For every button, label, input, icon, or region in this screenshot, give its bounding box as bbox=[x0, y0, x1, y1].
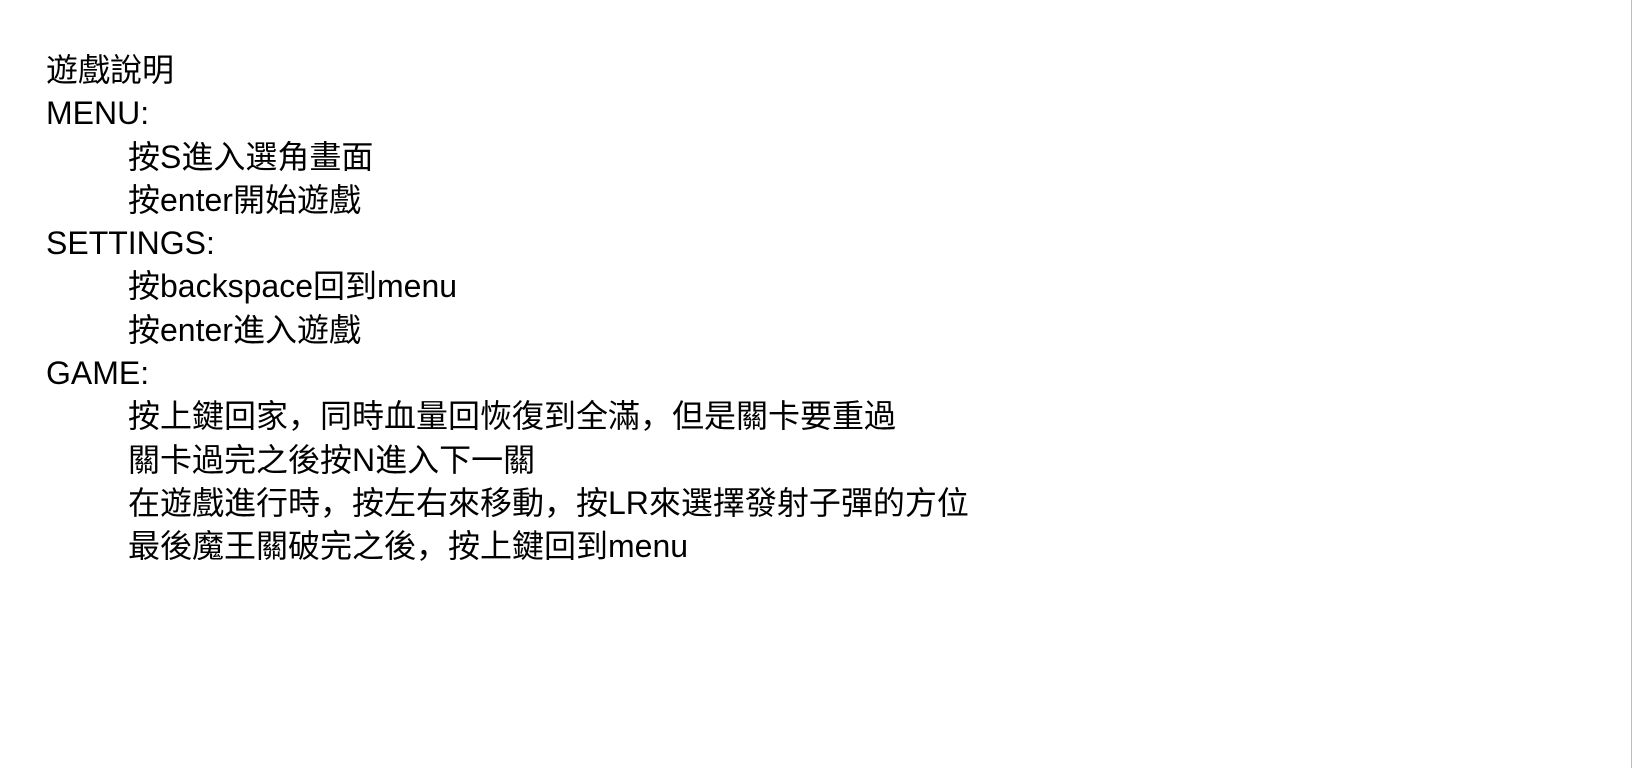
game-instruction: 最後魔王關破完之後，按上鍵回到menu bbox=[128, 528, 689, 565]
settings-instruction: 按backspace回到menu bbox=[128, 268, 458, 305]
document-title: 遊戲說明 bbox=[46, 52, 175, 88]
section-heading-menu: MENU: bbox=[46, 95, 150, 132]
game-instruction: 按上鍵回家，同時血量回恢復到全滿，但是關卡要重過 bbox=[128, 398, 897, 435]
section-heading-game: GAME: bbox=[46, 355, 150, 392]
instructions-document: 遊戲說明 MENU: 按S進入選角畫面 按enter開始遊戲 SETTINGS:… bbox=[46, 49, 969, 569]
menu-instruction: 按S進入選角畫面 bbox=[128, 138, 374, 175]
settings-instruction: 按enter進入遊戲 bbox=[128, 311, 361, 348]
game-instruction: 關卡過完之後按N進入下一關 bbox=[128, 441, 536, 478]
section-heading-settings: SETTINGS: bbox=[46, 225, 215, 262]
game-instruction: 在遊戲進行時，按左右來移動，按LR來選擇發射子彈的方位 bbox=[128, 484, 969, 521]
menu-instruction: 按enter開始遊戲 bbox=[128, 181, 361, 218]
